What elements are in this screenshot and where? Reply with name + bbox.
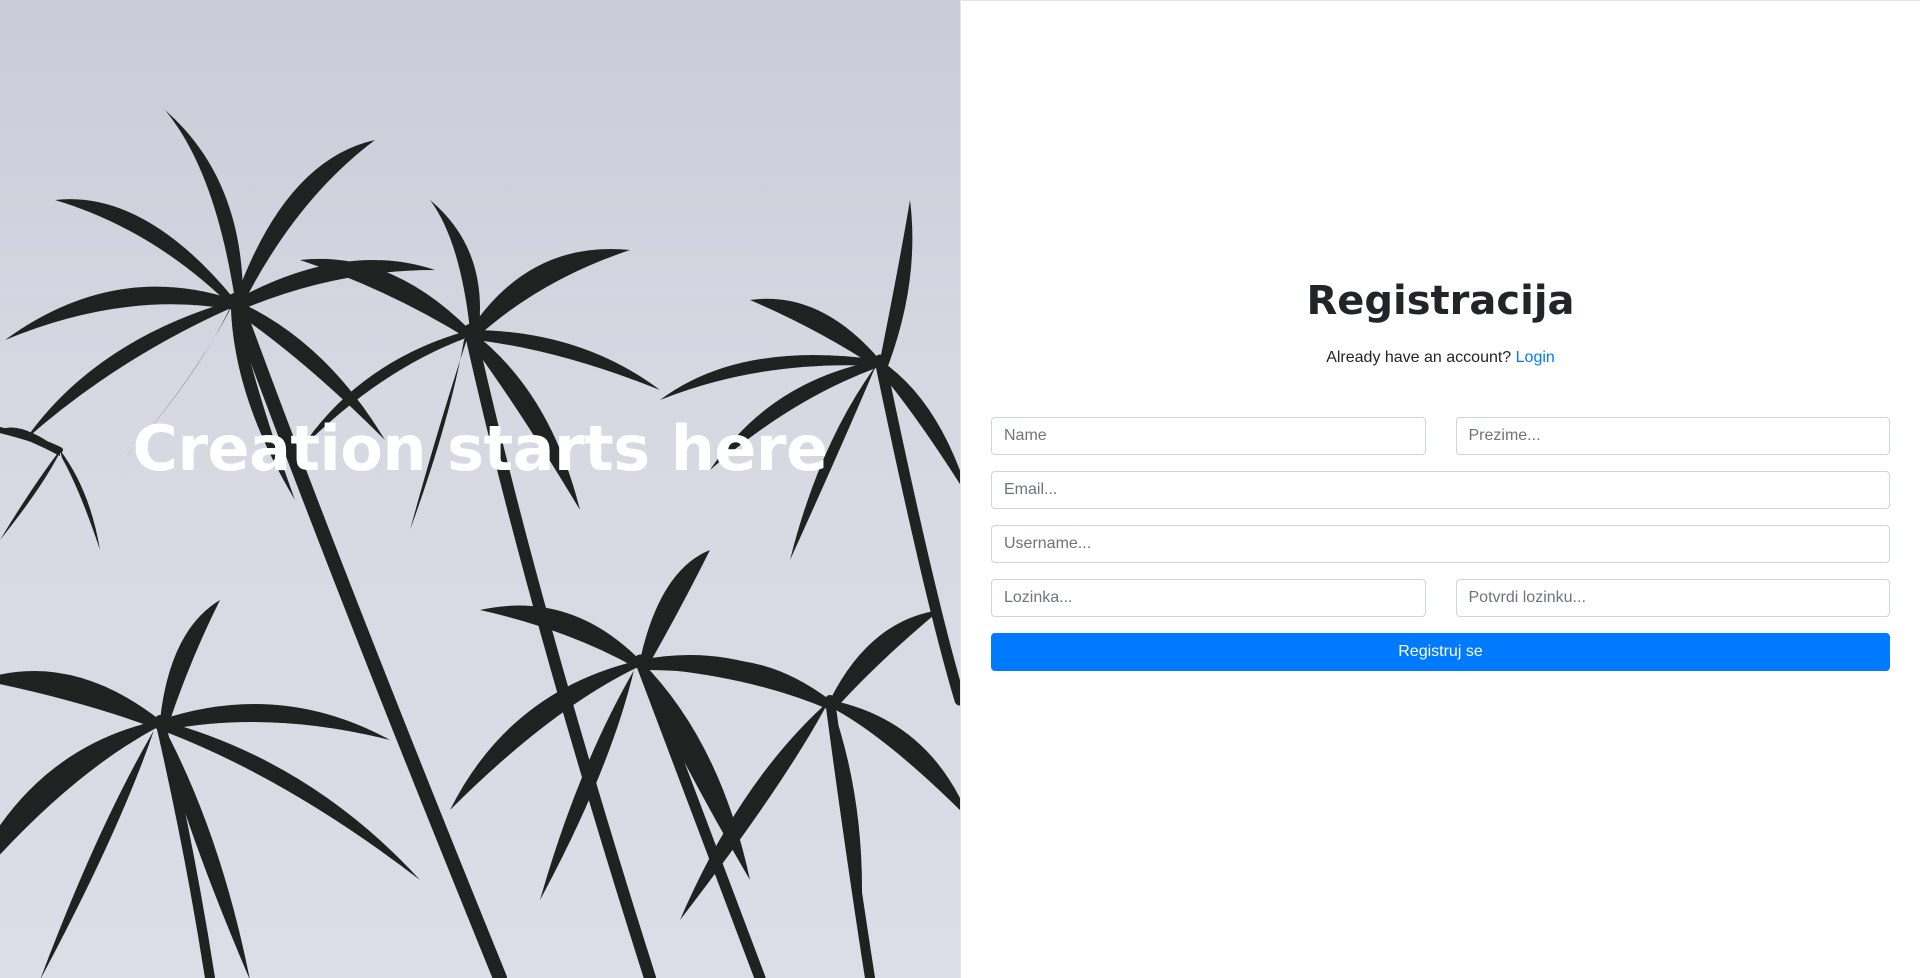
login-link[interactable]: Login [1516,349,1555,366]
email-row [991,471,1890,509]
register-button[interactable]: Registruj se [991,633,1890,671]
form-title: Registracija [1306,278,1575,324]
username-input[interactable] [991,525,1890,563]
name-row [991,417,1890,455]
hero-image-panel: Creation starts here [0,0,960,978]
surname-input[interactable] [1455,417,1890,455]
password-row [991,579,1890,617]
login-prompt-text: Already have an account? [1326,349,1512,366]
username-row [991,525,1890,563]
email-input[interactable] [991,471,1890,509]
registration-form-panel: Registracija Already have an account? Lo… [961,0,1920,978]
confirm-password-input[interactable] [1455,579,1890,617]
palm-trees-image [0,110,960,978]
password-input[interactable] [991,579,1426,617]
registration-page: Creation starts here Registracija Alread… [0,0,1920,978]
form-fields: Registruj se [991,417,1890,671]
name-input[interactable] [991,417,1426,455]
registration-form: Registracija Already have an account? Lo… [991,281,1890,671]
hero-title: Creation starts here [132,412,828,485]
login-prompt-row: Already have an account? Login [991,349,1890,367]
